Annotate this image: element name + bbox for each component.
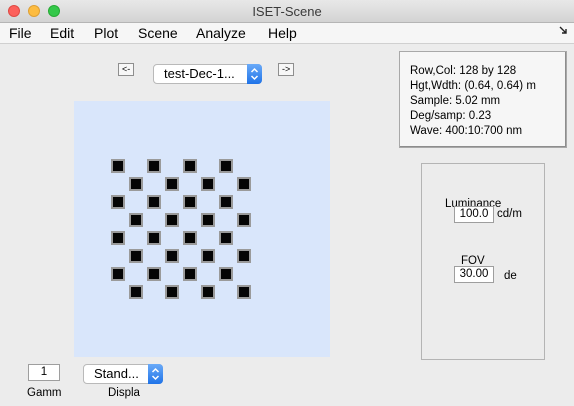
checker-square bbox=[165, 213, 179, 227]
checker-square bbox=[219, 231, 233, 245]
checker-square bbox=[183, 195, 197, 209]
checker-square bbox=[183, 231, 197, 245]
menu-scene[interactable]: Scene bbox=[138, 25, 178, 41]
checker-square bbox=[237, 249, 251, 263]
info-rowcol: Row,Col: 128 by 128 bbox=[410, 65, 517, 77]
menu-edit[interactable]: Edit bbox=[50, 25, 74, 41]
checker-square bbox=[237, 285, 251, 299]
updown-chevron-icon bbox=[247, 64, 262, 84]
scene-select[interactable]: test-Dec-1... bbox=[153, 64, 262, 84]
luminance-unit: cd/m bbox=[497, 208, 522, 220]
checker-square bbox=[201, 213, 215, 227]
checker-square bbox=[165, 177, 179, 191]
fov-unit: de bbox=[504, 270, 517, 282]
menu-analyze[interactable]: Analyze bbox=[196, 25, 246, 41]
checker-square bbox=[129, 213, 143, 227]
gamma-field[interactable]: 1 bbox=[28, 364, 60, 381]
checker-square bbox=[111, 159, 125, 173]
checker-square bbox=[201, 177, 215, 191]
arrow-icon[interactable] bbox=[559, 26, 568, 38]
scene-info-box: Row,Col: 128 by 128 Hgt,Wdth: (0.64, 0.6… bbox=[399, 51, 567, 148]
menu-plot[interactable]: Plot bbox=[94, 25, 118, 41]
checker-square bbox=[147, 159, 161, 173]
display-select-value: Stand... bbox=[94, 366, 139, 381]
checker-square bbox=[111, 195, 125, 209]
updown-chevron-icon bbox=[148, 364, 163, 384]
checker-square bbox=[147, 231, 161, 245]
fov-field[interactable]: 30.00 bbox=[454, 266, 494, 283]
checker-square bbox=[129, 249, 143, 263]
checker-square bbox=[147, 195, 161, 209]
next-scene-button[interactable]: -> bbox=[278, 63, 295, 76]
display-select[interactable]: Stand... bbox=[83, 364, 163, 384]
menu-help[interactable]: Help bbox=[268, 25, 297, 41]
window-title: ISET-Scene bbox=[252, 4, 322, 19]
checker-square bbox=[165, 249, 179, 263]
info-sample: Sample: 5.02 mm bbox=[410, 95, 501, 107]
previous-scene-button[interactable]: <- bbox=[118, 63, 135, 76]
scene-image bbox=[74, 101, 330, 357]
checker-square bbox=[147, 267, 161, 281]
checker-square bbox=[219, 159, 233, 173]
checker-square bbox=[219, 195, 233, 209]
title-bar: ISET-Scene bbox=[0, 0, 574, 23]
checker-square bbox=[111, 231, 125, 245]
info-wave: Wave: 400:10:700 nm bbox=[410, 125, 523, 137]
checker-square bbox=[237, 213, 251, 227]
luminance-field[interactable]: 100.0 bbox=[454, 206, 494, 223]
menu-file[interactable]: File bbox=[9, 25, 32, 41]
checker-square bbox=[183, 159, 197, 173]
scene-select-value: test-Dec-1... bbox=[164, 66, 235, 81]
checker-square bbox=[183, 267, 197, 281]
checker-square bbox=[201, 249, 215, 263]
info-hgtwdth: Hgt,Wdth: (0.64, 0.64) m bbox=[410, 80, 536, 92]
checker-square bbox=[201, 285, 215, 299]
checker-square bbox=[219, 267, 233, 281]
checker-square bbox=[111, 267, 125, 281]
display-label: Displa bbox=[108, 387, 140, 399]
checker-square bbox=[237, 177, 251, 191]
checker-square bbox=[165, 285, 179, 299]
checker-square bbox=[129, 177, 143, 191]
checker-square bbox=[129, 285, 143, 299]
menu-bar: File Edit Plot Scene Analyze Help bbox=[0, 23, 574, 44]
parameter-panel: Luminance 100.0 cd/m FOV 30.00 de bbox=[421, 163, 545, 360]
gamma-label: Gamm bbox=[27, 387, 62, 399]
info-degsamp: Deg/samp: 0.23 bbox=[410, 110, 492, 122]
